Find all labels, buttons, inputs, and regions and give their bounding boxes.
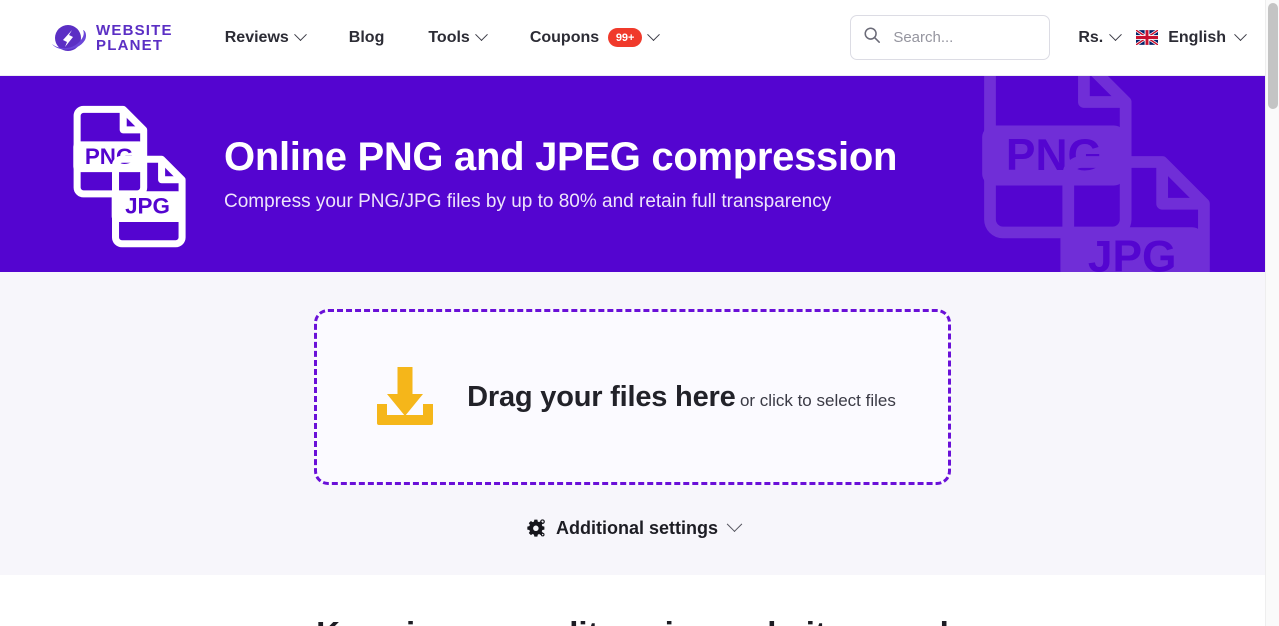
currency-label: Rs. [1078,28,1104,46]
language-selector[interactable]: English [1168,28,1247,47]
page-scrollbar[interactable] [1265,0,1279,626]
upload-section: Drag your files here or click to select … [0,272,1265,575]
search-input[interactable] [891,28,1038,47]
chevron-down-icon [1234,28,1247,42]
language-label: English [1168,28,1226,46]
nav-item-reviews[interactable]: Reviews [203,28,327,47]
nav-item-tools[interactable]: Tools [406,28,507,47]
section-heading: Keep image quality using website speed [0,615,1265,626]
svg-text:JPG: JPG [125,194,170,219]
svg-text:JPG: JPG [1088,233,1177,272]
dropzone-title: Drag your files here [467,381,736,413]
svg-text:PNG: PNG [1006,131,1102,180]
website-planet-logo-icon [48,18,88,58]
download-arrow-icon [369,361,441,433]
below-fold-section: Keep image quality using website speed [0,575,1265,626]
dropzone-text: Drag your files here or click to select … [467,380,896,414]
scrollbar-thumb[interactable] [1268,3,1278,109]
chevron-down-icon [1109,28,1123,42]
chevron-down-icon [474,28,488,42]
file-dropzone[interactable]: Drag your files here or click to select … [314,309,951,485]
nav-label-blog: Blog [348,28,385,46]
page-content: WEBSITE PLANET Reviews Blog Tools Coupon… [0,0,1265,626]
png-jpg-files-watermark-icon: PNG JPG [945,76,1265,272]
currency-selector[interactable]: Rs. [1078,28,1123,47]
hero-subtitle: Compress your PNG/JPG files by up to 80%… [224,191,832,212]
search-box[interactable] [850,15,1051,60]
uk-flag-icon [1135,28,1160,47]
logo-line-1: WEBSITE [96,21,173,39]
chevron-down-icon [293,28,307,42]
main-navigation: Reviews Blog Tools Coupons 99+ [203,28,680,47]
browser-viewport: WEBSITE PLANET Reviews Blog Tools Coupon… [0,0,1279,626]
site-logo-text: WEBSITE PLANET [96,23,173,53]
gear-icon [525,517,547,539]
coupons-count-badge: 99+ [608,28,643,47]
additional-settings-toggle[interactable]: Additional settings [0,515,1265,539]
logo-line-2: PLANET [96,36,164,54]
nav-item-blog[interactable]: Blog [327,29,407,47]
chevron-down-icon [647,28,661,42]
site-logo[interactable]: WEBSITE PLANET [48,18,173,58]
search-icon [863,26,881,49]
nav-item-coupons[interactable]: Coupons 99+ [508,28,680,47]
dropzone-subtitle: or click to select files [739,391,896,410]
nav-label-tools: Tools [428,28,470,46]
nav-label-coupons: Coupons [529,28,600,46]
png-jpg-files-icon: PNG JPG [72,94,200,254]
additional-settings-label: Additional settings [556,517,718,538]
header-utilities: Rs. English [850,15,1265,60]
site-header: WEBSITE PLANET Reviews Blog Tools Coupon… [0,0,1265,76]
nav-label-reviews: Reviews [224,28,289,46]
hero-banner: PNG JPG PNG JPG Online PNG and JPEG comp… [0,76,1265,272]
chevron-down-icon [726,515,743,532]
hero-copy: Online PNG and JPEG compression Compress… [224,134,897,214]
page-title: Online PNG and JPEG compression [224,135,898,179]
